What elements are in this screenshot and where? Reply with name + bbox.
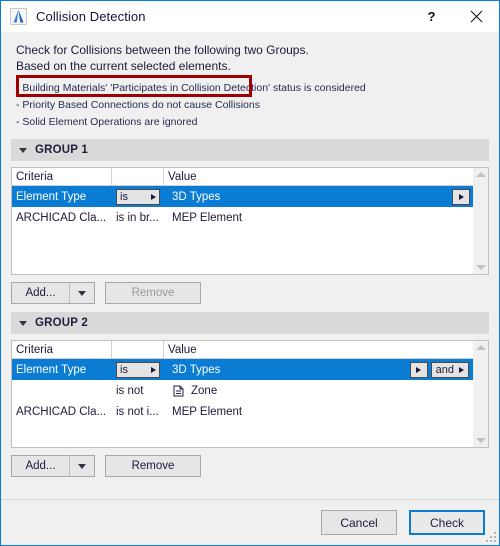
add-button[interactable]: Add...: [11, 455, 69, 477]
cell-value: Zone: [164, 380, 473, 401]
chevron-down-icon: [78, 463, 86, 469]
remove-button[interactable]: Remove: [105, 282, 201, 304]
remove-button[interactable]: Remove: [105, 455, 201, 477]
chevron-right-icon: [151, 366, 156, 373]
operator-dropdown[interactable]: is: [116, 188, 160, 205]
table-header-row: Criteria Value: [12, 168, 473, 186]
group-2-add-split-button: Add...: [11, 455, 95, 477]
column-header-operator: [112, 341, 164, 358]
group-1-scrollbar[interactable]: [473, 167, 489, 275]
cell-criteria: Element Type: [16, 190, 87, 203]
value-dropdown-button[interactable]: [452, 188, 470, 205]
scroll-up-icon[interactable]: [475, 172, 486, 177]
intro-section: Check for Collisions between the followi…: [11, 32, 489, 131]
chevron-right-icon: [459, 366, 464, 373]
page-title: Collision Detection: [36, 9, 146, 24]
operator-dropdown-label: is: [120, 190, 128, 203]
scroll-down-icon[interactable]: [475, 438, 486, 443]
close-icon[interactable]: [454, 1, 499, 32]
column-header-operator: [112, 168, 164, 185]
resize-grip-icon[interactable]: [486, 532, 496, 542]
cell-value[interactable]: 3D Types: [164, 186, 473, 207]
group-2-criteria-table: Criteria Value Element Type is 3D Types …: [11, 340, 473, 448]
cell-value[interactable]: 3D Types and: [164, 359, 473, 380]
chevron-down-icon: [19, 147, 27, 153]
note-item: - Priority Based Connections do not caus…: [16, 99, 260, 111]
column-header-value: Value: [168, 170, 197, 183]
group-2-panel: GROUP 2 Criteria Value Element Type is 3…: [11, 312, 489, 477]
table-row[interactable]: ARCHICAD Cla... is not i... MEP Element: [12, 401, 473, 422]
table-row[interactable]: Element Type is 3D Types: [12, 186, 473, 207]
table-row[interactable]: Element Type is 3D Types: [12, 359, 473, 380]
dialog-footer: Cancel Check: [1, 499, 499, 545]
chevron-down-icon: [78, 290, 86, 296]
chevron-right-icon: [151, 193, 156, 200]
intro-line-2-highlighted: Based on the current selected elements.: [16, 59, 231, 73]
add-dropdown-button[interactable]: [69, 282, 95, 304]
cell-criteria: ARCHICAD Cla...: [16, 211, 107, 224]
chevron-right-icon: [458, 193, 464, 200]
value-label: Zone: [191, 384, 218, 397]
chevron-down-icon: [19, 320, 27, 326]
group-1-buttons: Add... Remove: [11, 282, 489, 304]
group-1-panel: GROUP 1 Criteria Value Element Type is 3…: [11, 139, 489, 304]
row-controls: [452, 188, 473, 205]
table-row[interactable]: is not Zone: [12, 380, 473, 401]
cell-operator: is not i...: [116, 405, 159, 418]
add-dropdown-button[interactable]: [69, 455, 95, 477]
note-item: - Building Materials' 'Participates in C…: [16, 82, 366, 94]
column-header-criteria: Criteria: [12, 168, 112, 185]
table-header-row: Criteria Value: [12, 341, 473, 359]
archicad-app-icon: [10, 8, 27, 25]
and-operator-label: and: [435, 363, 454, 376]
chevron-right-icon: [416, 366, 422, 373]
scroll-up-icon[interactable]: [475, 345, 486, 350]
help-icon[interactable]: ?: [409, 1, 454, 32]
dialog-body: Check for Collisions between the followi…: [1, 32, 499, 499]
scroll-down-icon[interactable]: [475, 265, 486, 270]
note-item: - Solid Element Operations are ignored: [16, 116, 198, 128]
operator-dropdown-label: is: [120, 363, 128, 376]
add-button[interactable]: Add...: [11, 282, 69, 304]
value-label: 3D Types: [172, 363, 221, 376]
group-2-table-wrap: Criteria Value Element Type is 3D Types …: [11, 340, 489, 448]
title-bar: Collision Detection ?: [1, 1, 499, 32]
group-1-add-split-button: Add...: [11, 282, 95, 304]
table-row[interactable]: ARCHICAD Cla... is in br... MEP Element: [12, 207, 473, 228]
cell-criteria: ARCHICAD Cla...: [16, 405, 107, 418]
group-1-criteria-table: Criteria Value Element Type is 3D Types …: [11, 167, 473, 275]
operator-dropdown[interactable]: is: [116, 361, 160, 378]
and-operator-button[interactable]: and: [430, 361, 469, 378]
column-header-value: Value: [168, 343, 197, 356]
collision-detection-dialog: Collision Detection ? Check for Collisio…: [0, 0, 500, 546]
value-dropdown-button[interactable]: [409, 361, 428, 378]
cancel-button[interactable]: Cancel: [321, 510, 397, 535]
group-2-header[interactable]: GROUP 2: [11, 312, 489, 334]
row-controls: and: [409, 361, 473, 378]
value-label: 3D Types: [172, 190, 221, 203]
group-1-table-wrap: Criteria Value Element Type is 3D Types …: [11, 167, 489, 275]
cell-operator: is not: [116, 384, 144, 397]
title-bar-buttons: ?: [409, 1, 499, 32]
group-1-header[interactable]: GROUP 1: [11, 139, 489, 161]
notes-list: - Building Materials' 'Participates in C…: [11, 80, 489, 131]
column-header-criteria: Criteria: [12, 341, 112, 358]
cell-criteria: [12, 380, 112, 401]
group-2-title: GROUP 2: [35, 317, 88, 329]
cell-value: MEP Element: [172, 405, 243, 418]
cell-value: MEP Element: [172, 211, 243, 224]
cell-operator[interactable]: is: [112, 186, 164, 207]
group-1-title: GROUP 1: [35, 144, 88, 156]
cell-criteria: Element Type: [16, 363, 87, 376]
intro-line-1: Check for Collisions between the followi…: [16, 43, 309, 57]
group-2-buttons: Add... Remove: [11, 455, 489, 477]
cell-operator[interactable]: is: [112, 359, 164, 380]
zone-icon: [172, 384, 186, 398]
cell-operator: is in br...: [116, 211, 159, 224]
group-2-scrollbar[interactable]: [473, 340, 489, 448]
check-button[interactable]: Check: [409, 510, 485, 535]
